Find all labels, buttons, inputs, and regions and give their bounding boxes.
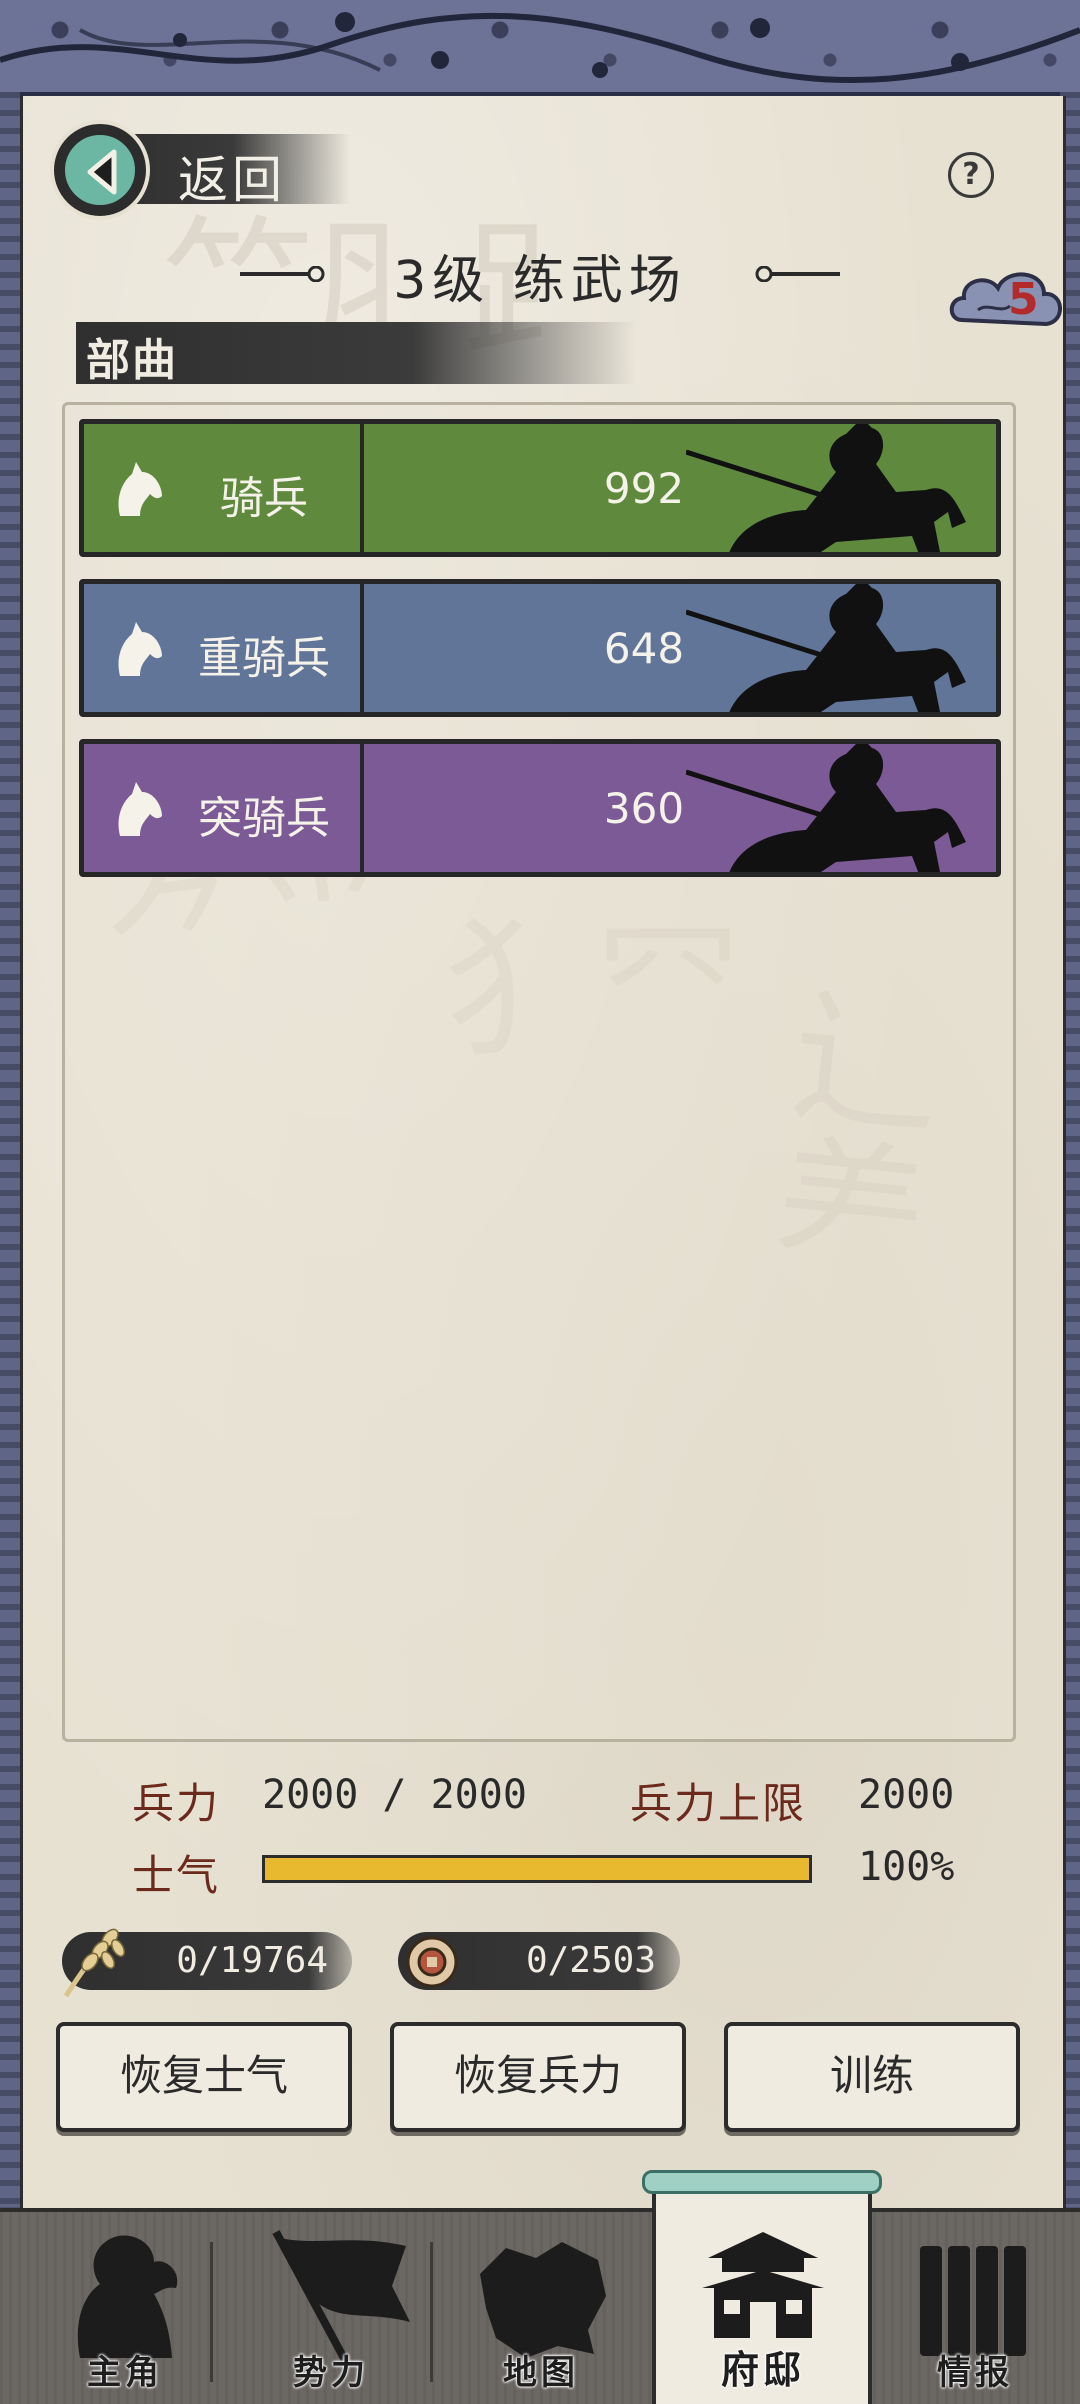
troops-value: 2000 / 2000 [262, 1772, 527, 1818]
unit-list-panel: 骑兵 992 重骑兵 648 突骑兵 360 [62, 402, 1016, 1742]
back-arrow-icon [87, 149, 117, 195]
cloud-icon [949, 272, 1062, 327]
morale-bar [262, 1855, 812, 1883]
restore-troops-button[interactable]: 恢复兵力 [390, 2022, 686, 2132]
troop-cap-value: 2000 [858, 1772, 955, 1818]
cavalry-rider-silhouette-icon [686, 424, 966, 552]
nav-divider [430, 2242, 433, 2382]
nav-label: 府邸 [720, 2348, 805, 2392]
section-title: 部曲 [86, 335, 178, 386]
troop-cap-label: 兵力上限 [630, 1779, 807, 1828]
vine-pattern-icon [0, 12, 1080, 84]
back-label: 返回 [178, 151, 286, 209]
unit-tag: 突骑兵 [84, 744, 364, 872]
horse-icon [118, 622, 162, 676]
unit-name: 重骑兵 [198, 633, 330, 684]
cavalry-rider-silhouette-icon [686, 744, 966, 872]
nav-label: 主角 [87, 2353, 163, 2393]
badge-count: 5 [1008, 274, 1039, 325]
wheat-icon [63, 1928, 125, 1998]
title-ornament-right-icon [755, 266, 840, 282]
nav-item-faction[interactable]: 势力 [226, 2212, 436, 2404]
nav-label: 情报 [937, 2353, 1013, 2393]
horse-icon [118, 462, 162, 516]
cavalry-rider-silhouette-icon [686, 584, 966, 712]
unit-name: 突骑兵 [198, 793, 330, 844]
nav-label: 地图 [503, 2353, 579, 2393]
mansion-icon [702, 2232, 824, 2338]
unit-tag: 重骑兵 [84, 584, 364, 712]
train-button[interactable]: 训练 [724, 2022, 1020, 2132]
top-decorative-banner [0, 0, 1080, 96]
notification-cloud-badge[interactable]: 5 [948, 262, 1066, 342]
nav-label: 势力 [293, 2353, 369, 2393]
nav-item-intel[interactable]: 情报 [870, 2212, 1080, 2404]
coin-resource: 0/2503 [398, 1932, 680, 1990]
grain-value: 0/19764 [176, 1940, 328, 1981]
unit-row-cavalry[interactable]: 骑兵 992 [79, 419, 1001, 557]
bottom-nav: 主角 势力 地图 府邸 情报 [0, 2170, 1080, 2404]
coin-value: 0/2503 [525, 1940, 656, 1981]
back-circle[interactable] [50, 120, 150, 220]
nav-item-map[interactable]: 地图 [436, 2212, 646, 2404]
coin-icon [406, 1936, 458, 1988]
hero-icon [77, 2235, 178, 2358]
nav-item-mansion[interactable]: 府邸 [658, 2212, 868, 2404]
unit-row-heavy-cavalry[interactable]: 重骑兵 648 [79, 579, 1001, 717]
morale-value: 100% [858, 1844, 955, 1890]
unit-name: 骑兵 [220, 473, 308, 524]
page-title-row: 3级 练武场 [240, 238, 840, 311]
section-header: 部曲 [76, 322, 636, 386]
nav-divider [210, 2242, 213, 2382]
grain-resource: 0/19764 [62, 1928, 352, 1998]
nav-item-hero[interactable]: 主角 [20, 2212, 230, 2404]
nav-active-scroll-top [642, 2170, 882, 2194]
restore-morale-button[interactable]: 恢复士气 [56, 2022, 352, 2132]
morale-bar-fill [265, 1858, 809, 1880]
unit-row-assault-cavalry[interactable]: 突骑兵 360 [79, 739, 1001, 877]
left-border [0, 92, 20, 2207]
back-button[interactable]: 返回 [50, 120, 350, 220]
help-icon[interactable]: ? [948, 152, 994, 198]
horse-icon [118, 782, 162, 836]
troops-label: 兵力 [132, 1779, 221, 1828]
unit-tag: 骑兵 [84, 424, 364, 552]
morale-label: 士气 [132, 1851, 221, 1900]
